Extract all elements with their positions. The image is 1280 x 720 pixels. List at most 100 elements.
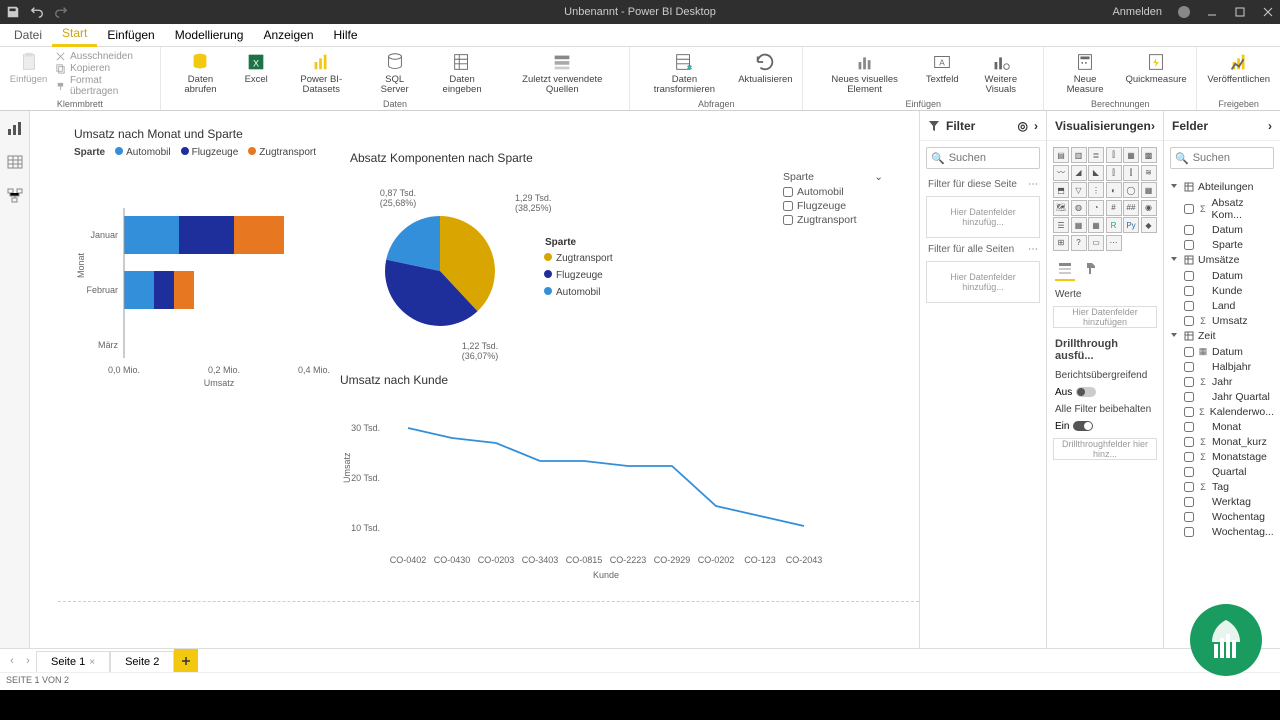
page-tab-2[interactable]: Seite 2 bbox=[110, 651, 174, 672]
file-menu[interactable]: Datei bbox=[4, 25, 52, 46]
vis-stacked-column[interactable]: ▥ bbox=[1071, 147, 1087, 163]
add-page-button[interactable] bbox=[174, 649, 198, 673]
data-view-icon[interactable] bbox=[6, 153, 24, 171]
field-land[interactable]: Land bbox=[1170, 298, 1274, 313]
close-tab-icon[interactable]: × bbox=[89, 657, 95, 668]
chevron-right-icon[interactable]: › bbox=[1268, 119, 1272, 133]
quickmeasure-button[interactable]: Quickmeasure bbox=[1122, 49, 1191, 87]
field-jahr[interactable]: ΣJahr bbox=[1170, 374, 1274, 389]
vis-pie[interactable]: ◐ bbox=[1106, 182, 1122, 198]
slicer-option-automobil[interactable] bbox=[783, 187, 793, 197]
report-view-icon[interactable] bbox=[6, 119, 24, 137]
format-well-icon[interactable] bbox=[1081, 257, 1101, 281]
vis-clustered-column[interactable]: ⫿ bbox=[1106, 147, 1122, 163]
vis-qa[interactable]: ? bbox=[1071, 235, 1087, 251]
vis-ribbon[interactable]: ≋ bbox=[1141, 165, 1157, 181]
slicer-option-flugzeuge[interactable] bbox=[783, 201, 793, 211]
vis-area[interactable]: ◢ bbox=[1071, 165, 1087, 181]
chevron-right-icon[interactable]: › bbox=[1151, 119, 1155, 133]
vis-funnel[interactable]: ▽ bbox=[1071, 182, 1087, 198]
get-data-button[interactable]: Daten abrufen bbox=[167, 49, 234, 98]
table-zeit[interactable]: Zeit bbox=[1170, 328, 1274, 344]
maximize-icon[interactable] bbox=[1234, 6, 1246, 18]
field-wochentag-[interactable]: Wochentag... bbox=[1170, 524, 1274, 539]
fields-well-icon[interactable] bbox=[1055, 257, 1075, 281]
field-monat_kurz[interactable]: ΣMonat_kurz bbox=[1170, 434, 1274, 449]
field-datum[interactable]: ▦Datum bbox=[1170, 344, 1274, 359]
vis-r[interactable]: R bbox=[1106, 217, 1122, 233]
more-visuals-button[interactable]: Weitere Visuals bbox=[964, 49, 1037, 98]
vis-paginated[interactable]: ▭ bbox=[1088, 235, 1104, 251]
enter-data-button[interactable]: Daten eingeben bbox=[425, 49, 499, 98]
vis-slicer[interactable]: ☰ bbox=[1053, 217, 1069, 233]
minimize-icon[interactable] bbox=[1206, 6, 1218, 18]
vis-treemap[interactable]: ▦ bbox=[1141, 182, 1157, 198]
vis-donut[interactable]: ◯ bbox=[1123, 182, 1139, 198]
keep-filters-toggle[interactable]: Ein bbox=[1047, 419, 1163, 434]
save-icon[interactable] bbox=[6, 5, 20, 19]
tab-view[interactable]: Anzeigen bbox=[253, 25, 323, 46]
field-datum[interactable]: Datum bbox=[1170, 222, 1274, 237]
undo-icon[interactable] bbox=[30, 5, 44, 19]
chevron-down-icon[interactable]: ⌄ bbox=[874, 171, 883, 183]
field-datum[interactable]: Datum bbox=[1170, 268, 1274, 283]
sparte-slicer[interactable]: Sparte⌄ Automobil Flugzeuge Zugtransport bbox=[783, 169, 883, 227]
vis-map[interactable]: 🗺 bbox=[1053, 200, 1069, 216]
cut-button[interactable]: Ausschneiden bbox=[55, 51, 152, 62]
close-icon[interactable] bbox=[1262, 6, 1274, 18]
field-jahr-quartal[interactable]: Jahr Quartal bbox=[1170, 389, 1274, 404]
vis-key-inf[interactable]: ◆ bbox=[1141, 217, 1157, 233]
vis-waterfall[interactable]: ⬒ bbox=[1053, 182, 1069, 198]
vis-table[interactable]: ▦ bbox=[1071, 217, 1087, 233]
drill-fields-drop[interactable]: Drillthroughfelder hier hinz... bbox=[1053, 438, 1157, 460]
more-icon[interactable]: ⋯ bbox=[1028, 244, 1038, 255]
vis-matrix[interactable]: ▦ bbox=[1088, 217, 1104, 233]
field-monatstage[interactable]: ΣMonatstage bbox=[1170, 449, 1274, 464]
vis-filled-map[interactable]: ◍ bbox=[1071, 200, 1087, 216]
vis-100-bar[interactable]: ▦ bbox=[1123, 147, 1139, 163]
vis-card[interactable]: # bbox=[1106, 200, 1122, 216]
field-halbjahr[interactable]: Halbjahr bbox=[1170, 359, 1274, 374]
pbi-datasets-button[interactable]: Power BI-Datasets bbox=[278, 49, 364, 98]
vis-line-column[interactable]: ⫿ bbox=[1106, 165, 1122, 181]
vis-scatter[interactable]: ⋮ bbox=[1088, 182, 1104, 198]
table-umsätze[interactable]: Umsätze bbox=[1170, 252, 1274, 268]
redo-icon[interactable] bbox=[54, 5, 68, 19]
vis-multi-card[interactable]: ## bbox=[1123, 200, 1139, 216]
filters-search[interactable]: 🔍 bbox=[926, 147, 1040, 169]
field-kunde[interactable]: Kunde bbox=[1170, 283, 1274, 298]
new-measure-button[interactable]: Neue Measure bbox=[1050, 49, 1120, 98]
chevron-right-icon[interactable]: › bbox=[1034, 119, 1038, 133]
filters-page-drop[interactable]: Hier Datenfelder hinzufüg... bbox=[926, 196, 1040, 238]
format-painter-button[interactable]: Format übertragen bbox=[55, 75, 152, 97]
cross-report-toggle[interactable]: Aus bbox=[1047, 385, 1163, 400]
field-werktag[interactable]: Werktag bbox=[1170, 494, 1274, 509]
publish-button[interactable]: Veröffentlichen bbox=[1203, 49, 1274, 87]
field-absatz-kom-[interactable]: ΣAbsatz Kom... bbox=[1170, 195, 1274, 222]
model-view-icon[interactable] bbox=[6, 187, 24, 205]
signin-link[interactable]: Anmelden bbox=[1112, 6, 1162, 18]
field-monat[interactable]: Monat bbox=[1170, 419, 1274, 434]
vis-gauge[interactable]: ◔ bbox=[1088, 200, 1104, 216]
field-wochentag[interactable]: Wochentag bbox=[1170, 509, 1274, 524]
tab-insert[interactable]: Einfügen bbox=[97, 25, 164, 46]
recent-sources-button[interactable]: Zuletzt verwendete Quellen bbox=[501, 49, 623, 98]
transform-data-button[interactable]: Daten transformieren bbox=[636, 49, 732, 98]
slicer-option-zugtransport[interactable] bbox=[783, 215, 793, 225]
vis-kpi[interactable]: ◉ bbox=[1141, 200, 1157, 216]
field-tag[interactable]: ΣTag bbox=[1170, 479, 1274, 494]
field-sparte[interactable]: Sparte bbox=[1170, 237, 1274, 252]
vis-100-column[interactable]: ▩ bbox=[1141, 147, 1157, 163]
report-canvas[interactable]: Umsatz nach Monat und Sparte Sparte Auto… bbox=[30, 111, 919, 648]
vis-decomp[interactable]: ⊞ bbox=[1053, 235, 1069, 251]
copy-button[interactable]: Kopieren bbox=[55, 63, 152, 74]
field-kalenderwo-[interactable]: ΣKalenderwo... bbox=[1170, 404, 1274, 419]
new-visual-button[interactable]: Neues visuelles Element bbox=[809, 49, 920, 98]
vis-stacked-bar[interactable]: ▤ bbox=[1053, 147, 1069, 163]
vis-line-col2[interactable]: ⫿ bbox=[1123, 165, 1139, 181]
vis-stacked-area[interactable]: ◣ bbox=[1088, 165, 1104, 181]
vis-clustered-bar[interactable]: ≣ bbox=[1088, 147, 1104, 163]
refresh-button[interactable]: Aktualisieren bbox=[735, 49, 797, 87]
vis-py[interactable]: Py bbox=[1123, 217, 1139, 233]
tab-prev[interactable]: ‹ bbox=[4, 655, 20, 667]
